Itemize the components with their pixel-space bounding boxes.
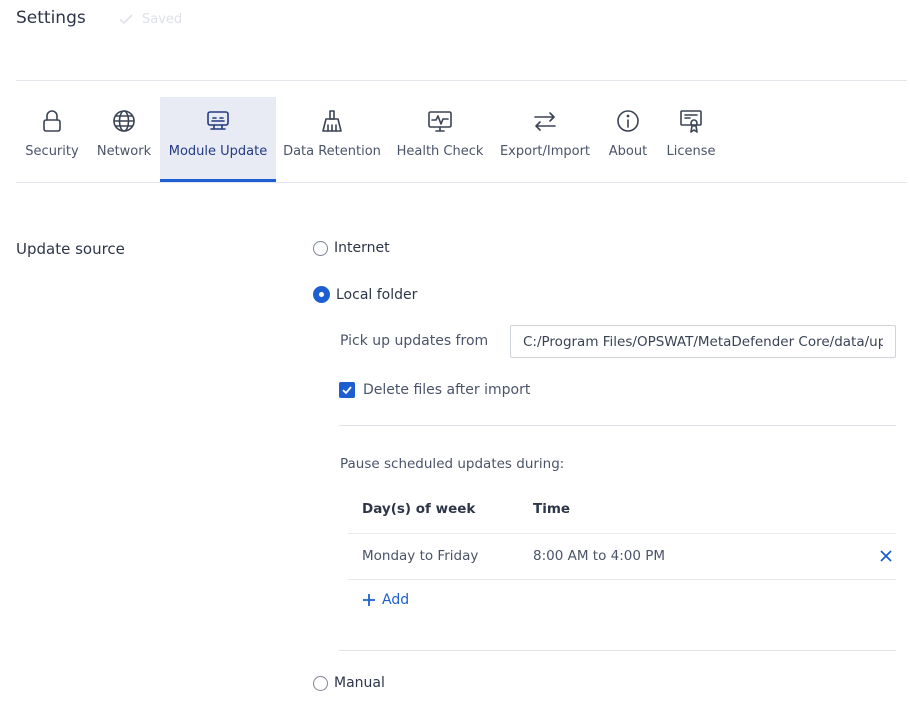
pickup-path-input[interactable] [510,325,896,358]
check-icon [119,14,133,25]
header-divider [16,80,907,81]
radio-manual[interactable]: Manual [313,675,385,691]
tab-label: Health Check [396,144,484,159]
saved-status-label: Saved [142,11,183,27]
add-label: Add [382,592,410,608]
broom-icon [322,110,342,132]
tab-export-import[interactable]: Export/Import [492,97,598,182]
delete-files-checkbox[interactable]: Delete files after import [339,382,530,398]
divider [339,650,896,651]
page-title: Settings [16,8,86,28]
table-cell-time: 8:00 AM to 4:00 PM [533,548,666,564]
column-header-time: Time [533,501,571,517]
certificate-icon [680,110,702,133]
tab-health-check[interactable]: Health Check [388,97,492,182]
plus-icon [363,594,375,606]
remove-row-icon[interactable] [879,549,893,563]
table-divider [348,579,896,580]
column-header-days: Day(s) of week [362,501,476,517]
module-icon [207,111,229,130]
tab-license[interactable]: License [658,97,724,182]
radio-circle[interactable] [313,675,328,691]
update-source-label: Update source [16,240,125,258]
settings-tabs: Security Network Module Update Data Rete… [16,97,724,182]
tab-network[interactable]: Network [88,97,160,182]
radio-circle[interactable] [313,240,328,256]
tab-data-retention[interactable]: Data Retention [276,97,388,182]
tab-label: Module Update [168,144,268,159]
tab-label: License [666,144,716,159]
tab-about[interactable]: About [598,97,658,182]
radio-label: Local folder [336,286,418,303]
add-schedule-button[interactable]: Add [362,592,409,608]
tab-label: About [608,144,648,159]
tab-label: Network [96,144,152,159]
checkbox-label: Delete files after import [363,382,531,398]
divider [339,425,896,426]
pause-label: Pause scheduled updates during: [340,456,565,472]
tab-label: Security [25,144,79,159]
tab-module-update[interactable]: Module Update [160,97,276,182]
tab-label: Data Retention [283,144,381,159]
checkbox-box[interactable] [339,382,355,398]
monitor-pulse-icon [428,111,452,132]
radio-circle[interactable] [313,286,330,303]
radio-internet[interactable]: Internet [313,240,390,256]
arrows-swap-icon [534,112,556,131]
tab-security[interactable]: Security [16,97,88,182]
tabs-divider [16,182,907,183]
tab-label: Export/Import [499,144,591,159]
table-cell-days: Monday to Friday [362,548,479,564]
saved-status: Saved [118,11,182,27]
table-divider [348,533,896,534]
radio-local-folder[interactable]: Local folder [313,286,417,303]
info-icon [617,110,639,132]
radio-label: Internet [334,240,390,256]
lock-icon [43,110,61,132]
globe-icon [113,110,135,132]
radio-label: Manual [334,675,385,691]
pickup-label: Pick up updates from [340,333,489,349]
check-icon [342,386,352,395]
